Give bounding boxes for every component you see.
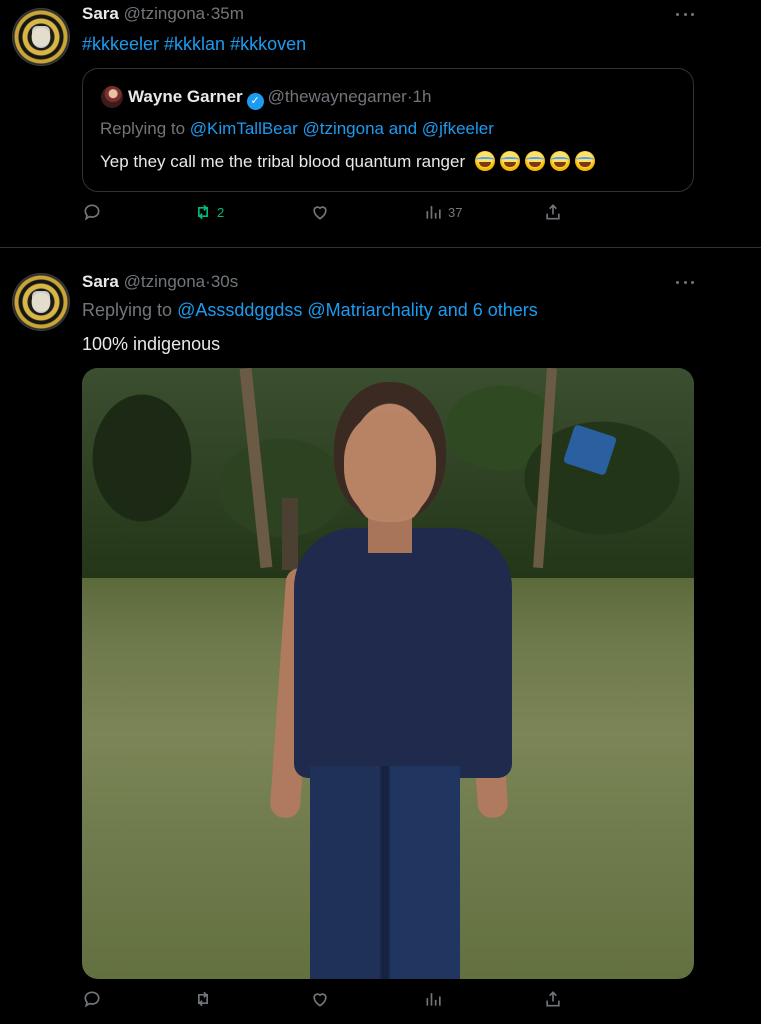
photo-child-shirt [294, 528, 512, 778]
more-options-icon[interactable] [676, 281, 694, 285]
reply-button[interactable] [82, 987, 106, 1011]
timestamp[interactable]: 30s [211, 272, 238, 291]
retweet-button[interactable] [193, 987, 217, 1011]
tweet-text[interactable]: 100% indigenous [82, 333, 220, 355]
retweet-icon [198, 991, 208, 1007]
like-button[interactable] [310, 987, 334, 1011]
heart-icon [313, 993, 327, 1007]
share-icon [546, 991, 560, 1007]
photo-child-face [344, 412, 436, 520]
tweet[interactable]: Sara @tzingona·30s Replying to @Asssddgg… [0, 0, 761, 1024]
author-handle[interactable]: @tzingona [124, 272, 206, 291]
share-button[interactable] [543, 987, 563, 1011]
avatar[interactable] [12, 273, 70, 331]
views-bar-chart-icon [426, 993, 441, 1006]
replying-line: Replying to @Asssddggdss @Matriarchality… [82, 299, 538, 321]
reply-icon [84, 991, 100, 1008]
photo-child-jeans [310, 766, 460, 979]
tweet-photo[interactable] [82, 368, 694, 979]
tweet-header: Sara @tzingona·30s [82, 272, 238, 292]
views-button[interactable] [424, 987, 448, 1011]
tweet-actions [0, 987, 761, 1011]
replying-to-mentions[interactable]: @Asssddggdss @Matriarchality and 6 other… [177, 300, 538, 320]
replying-prefix: Replying to [82, 300, 173, 320]
author-name[interactable]: Sara [82, 272, 119, 291]
photo-post [282, 498, 298, 570]
